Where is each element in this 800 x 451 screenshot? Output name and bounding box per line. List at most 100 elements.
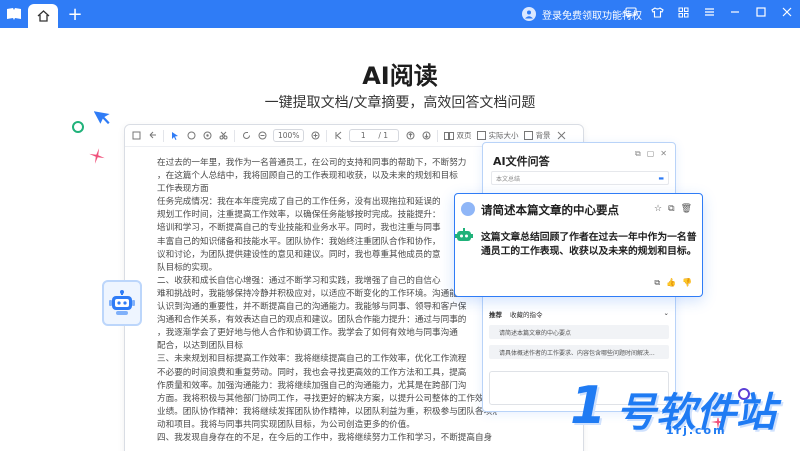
document-line: 业绩。团队协作精神：我将继续发挥团队协作精神，以团队利益为重，积极参与团队各项活 [157,406,497,417]
page-title: AI阅读 [362,62,438,90]
tab-home[interactable] [28,4,58,28]
tab-recommend[interactable]: 推荐 [489,309,502,319]
recommend-item[interactable]: 请简述本篇文章的中心要点 [489,325,669,339]
document-line: 三、未来规划和目标提高工作效率：我将继续提高自己的工作效率，优化工作流程 [157,354,467,365]
toolbar-divider [234,129,235,142]
doc-select[interactable]: 本文总结 ▬ [491,171,669,185]
toolbar-divider [437,129,439,142]
actual-size-label: 实际大小 [488,131,519,140]
bot-avatar-icon [455,228,473,241]
first-page-icon[interactable] [333,131,343,141]
arrow-cursor-icon [94,111,110,125]
circle-decoration-icon [72,121,84,133]
document-line: 任务完成情况：我在本年度完成了自己的工作任务，没有出现拖拉和延误的 [157,197,441,208]
robot-icon [109,290,135,315]
actual-size-button[interactable]: 实际大小 [477,130,518,141]
document-line: 认识到沟通的重要性，并不断提高自己的沟通能力。我能够与同事、领导和客户保 [157,302,467,313]
document-line: 配合，以达到团队目标 [157,341,243,352]
ai-panel-title: AI文件问答 [493,155,550,168]
expand-icon[interactable]: ▢ [647,149,655,159]
thumb-down-icon[interactable]: 👎 [682,278,692,288]
actual-size-icon [477,131,487,140]
delete-icon[interactable]: 🗑 [681,204,692,214]
shirt-icon[interactable] [650,5,664,19]
message-icon[interactable] [624,5,638,19]
thumb-up-icon[interactable]: 👍 [666,278,676,288]
watermark-number: 1 [570,376,607,436]
page-subtitle: 一键提取文档/文章摘要，高效回答文档问题 [264,95,536,111]
document-line: ，在这篇个人总结中，我将回顾自己的工作表现和收获，以及未来的规划和目标 [157,171,458,182]
tab-collected[interactable]: 收藏的指令 [510,309,543,319]
panel-close-icon[interactable]: ✕ [660,149,667,159]
page-current: 1 [360,131,366,140]
background-icon [524,131,534,140]
document-line: 在过去的一年里，我作为一名普通员工，在公司的支持和同事的帮助下，不断努力 [157,158,467,168]
background-button[interactable]: 背景 [524,130,550,141]
screenshot-icon[interactable] [202,131,212,141]
hand-icon[interactable] [186,131,196,141]
tools-icon[interactable] [556,131,566,141]
double-page-button[interactable]: 双页 [444,130,471,141]
next-page-icon[interactable] [421,131,431,141]
pin-icon[interactable]: ⧉ [635,149,641,159]
double-page-icon [444,131,455,140]
undo-icon[interactable] [147,131,157,141]
zoom-in-icon[interactable] [310,131,320,141]
double-page-label: 双页 [456,131,472,140]
document-line: 议和讨论，为团队提供建设性的意见和建议。同时，我也尊重其他成员的意 [157,249,441,260]
background-label: 背景 [535,131,551,140]
collapse-icon[interactable]: ⌄ [664,309,669,319]
document-line: 二、收获和成长自信心增强：通过不断学习和实践，我增强了自己的自信心 [157,275,441,286]
copy-icon[interactable]: ⧉ [668,204,674,214]
watermark-url: 1rj.com [666,424,727,437]
recommend-section: 推荐 收藏的指令 ⌄ 请简述本篇文章的中心要点 请具体概述作者的工作要求、内容包… [489,309,669,367]
doc-select-value: 本文总结 [496,175,521,183]
toolbar-divider [163,129,164,142]
document-line: 作质量和效率。加强沟通能力：我将继续加强自己的沟通能力，尤其是在跨部门沟 [157,380,467,391]
user-avatar-icon [522,7,536,21]
home-icon [37,7,50,26]
pointer-icon[interactable] [170,131,180,141]
zoom-select[interactable]: 100% [273,129,305,142]
star-icon[interactable]: ☆ [654,204,662,214]
answer-text: 这篇文章总结回顾了作者在过去一年中作为一名普通员工的工作表现、收获以及未来的规划… [481,232,697,257]
sparkle-decoration-icon [89,148,105,164]
document-line: 工作表现方面 [157,184,209,195]
document-line: 队目标的实现。 [157,262,218,273]
apps-icon[interactable] [676,5,690,19]
document-line: 培训和学习，不断提高自己的专业技能和业务水平。同时，我也注重与同事 [157,223,441,234]
page-input[interactable]: 1 / 1 [349,129,400,142]
document-line: 难和挑战时，我能够保持冷静并积极应对，以适应不断变化的工作环境。沟通能 [157,288,458,299]
dropdown-icon: ▬ [658,174,664,182]
document-line: 动和项目。我将与同事共同实现团队目标，为公司创造更多的价值。 [157,419,415,430]
document-line: 规划工作时间，注重提高工作效率，以确保任务能够按时完成。技能提升： [157,210,441,221]
zoom-out-icon[interactable] [257,131,267,141]
recommend-item[interactable]: 请具体概述作者的工作要求、内容包含哪些问题时间解决... [489,345,669,359]
document-line: 丰富自己的知识储备和技能水平。团队协作：我始终注重团队合作和协作， [157,236,441,247]
maximize-icon[interactable] [754,5,768,19]
close-icon[interactable] [780,5,794,19]
document-line: 沟通和合作关系，有效表达自己的观点和建议。团队合作能力提升：通过与同事的 [157,315,467,326]
document-content: 在过去的一年里，我作为一名普通员工，在公司的支持和同事的帮助下，不断努力 ，在这篇… [157,157,497,445]
scissors-icon[interactable] [218,131,228,141]
menu-icon[interactable] [702,5,716,19]
page-total: / 1 [378,131,389,140]
logo-icon[interactable] [0,0,28,28]
export-icon[interactable] [131,131,141,141]
document-line: 四、我发现自身存在的不足，在今后的工作中，我将继续努力工作和学习，不断提高自身 [157,432,493,443]
prev-page-icon[interactable] [405,131,415,141]
answer-card: 请简述本篇文章的中心要点 ☆ ⧉ 🗑 这篇文章总结回顾了作者在过去一年中作为一名… [454,193,703,297]
site-watermark: 1 号软件站 1rj.com [570,376,785,445]
document-line: 方面。我将积极与其他部门协同工作，寻找更好的解决方案，以提升公司整体的工作效率和 [157,393,497,404]
question-text: 请简述本篇文章的中心要点 [481,203,619,217]
document-line: ，我逐渐学会了更好地与他人合作和协调工作。我学会了如何有效地与同事沟通 [157,328,458,339]
copy-answer-icon[interactable]: ⧉ [654,278,660,288]
rotate-icon[interactable] [241,131,251,141]
toolbar-divider [326,129,328,142]
document-line: 不必要的时间浪费和重复劳动。同时，我也会寻找更高效的工作方法和工具，提高 [157,367,467,378]
minimize-icon[interactable] [728,5,742,19]
ai-assistant-button[interactable] [102,280,142,326]
new-tab-button[interactable]: + [64,3,86,25]
title-bar: + 登录免费领取功能特权 [0,0,800,28]
user-avatar [461,202,475,216]
